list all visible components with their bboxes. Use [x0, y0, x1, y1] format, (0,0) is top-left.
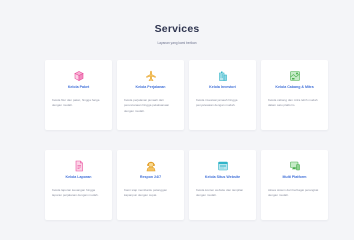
- service-card-kelola-laporan[interactable]: Kelola Laporan Kelola laporan keuangan h…: [45, 150, 112, 220]
- card-title: Multi Platform: [282, 175, 307, 179]
- card-description: Kelola investasi jamaah hingga penyelesa…: [196, 98, 238, 108]
- box-icon: [73, 71, 84, 81]
- card-description: Kelola konten website dan tampilan denga…: [196, 188, 244, 198]
- service-card-multi-platform[interactable]: Multi Platform Akses sistem dari berbaga…: [261, 150, 328, 220]
- services-section: Services Layanan yang kami berikan Kelol…: [0, 0, 354, 240]
- card-description: Akses sistem dari berbagai perangkat den…: [268, 188, 319, 198]
- service-card-kelola-paket[interactable]: Kelola Paket Kelola fitur dan paket, hin…: [45, 60, 112, 130]
- section-title: Services: [154, 23, 200, 35]
- browser-icon: [217, 161, 228, 171]
- service-card-kelola-cabang-mitra[interactable]: Kelola Cabang & Mitra Kelola cabang dan …: [261, 60, 328, 130]
- service-card-kelola-investori[interactable]: Kelola Investori Kelola investasi jamaah…: [189, 60, 256, 130]
- card-title: Kelola Cabang & Mitra: [275, 85, 314, 89]
- service-card-respon-24-7[interactable]: Respon 24/7 Kami siap membantu pelanggan…: [117, 150, 184, 220]
- support-icon: [146, 161, 155, 172]
- map-icon: [289, 71, 300, 81]
- card-description: Kelola fitur dan paket, hingga harga den…: [52, 98, 100, 108]
- report-icon: [75, 160, 83, 172]
- devices-icon: [289, 161, 300, 171]
- card-title: Respon 24/7: [139, 175, 162, 179]
- card-title: Kelola Paket: [67, 85, 90, 89]
- building-icon: [218, 71, 227, 81]
- card-title: Kelola Situs Website: [204, 175, 241, 179]
- card-description: Kami siap membantu pelanggan kapanpun de…: [124, 188, 168, 198]
- card-description: Kelola perjalanan jamaah dari perencanaa…: [124, 98, 170, 113]
- card-title: Kelola Laporan: [65, 175, 92, 179]
- card-description: Kelola cabang dan mitra lebih mudah dala…: [268, 98, 318, 108]
- plane-icon: [145, 70, 156, 82]
- service-card-kelola-perjalanan[interactable]: Kelola Perjalanan Kelola perjalanan jama…: [117, 60, 184, 130]
- card-title: Kelola Investori: [209, 85, 236, 89]
- card-title: Kelola Perjalanan: [135, 85, 166, 89]
- card-description: Kelola laporan keuangan hingga laporan p…: [52, 188, 99, 198]
- section-subtitle: Layanan yang kami berikan: [157, 41, 197, 45]
- service-card-kelola-situs-website[interactable]: Kelola Situs Website Kelola konten websi…: [189, 150, 256, 220]
